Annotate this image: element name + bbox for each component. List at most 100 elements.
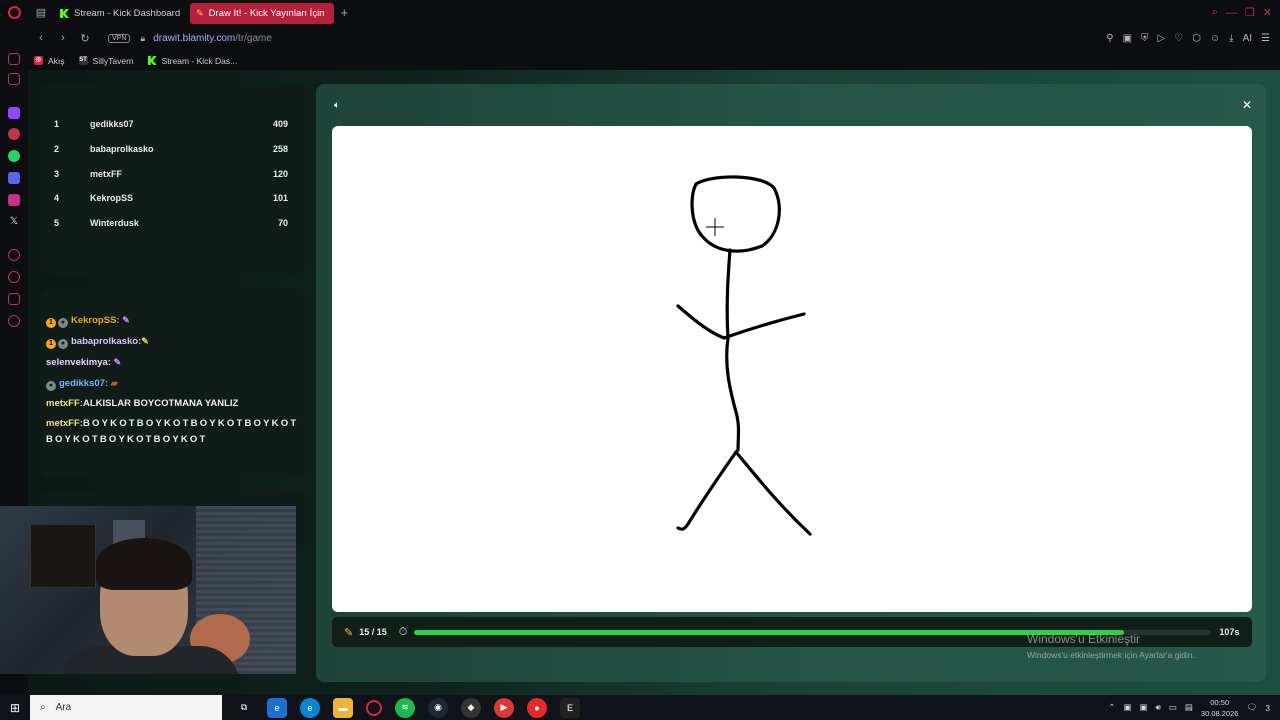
profile-icon[interactable]: ☺ bbox=[1210, 33, 1220, 44]
vpn-badge[interactable]: VPN bbox=[108, 33, 131, 43]
leaderboard-row: 3 metxFF 120 bbox=[40, 161, 292, 186]
app-icon[interactable]: ◆ bbox=[461, 697, 481, 718]
chat-text: ALKISLAR BOYCOTMANA YANLIZ bbox=[82, 398, 239, 409]
close-window-icon[interactable]: ✕ bbox=[1263, 6, 1272, 19]
steam-icon[interactable]: ◉ bbox=[428, 697, 448, 718]
bookmarks-bar: ◎ Akış ST SillyTavern Stream - Kick Das... bbox=[28, 51, 1280, 70]
player-name: gedikks07 bbox=[90, 119, 134, 130]
close-icon[interactable]: ✕ bbox=[1242, 98, 1252, 112]
reload-icon[interactable]: ↻ bbox=[76, 32, 94, 45]
restore-icon[interactable]: ❐ bbox=[1245, 6, 1255, 19]
spotify-icon[interactable]: ≋ bbox=[395, 697, 415, 718]
drawing-head-stroke bbox=[690, 175, 781, 253]
bookmark-sillytavern[interactable]: ST SillyTavern bbox=[78, 55, 134, 66]
search-tabs-icon[interactable]: ⌕ bbox=[1212, 6, 1218, 19]
chat-username[interactable]: metxFF bbox=[46, 418, 80, 429]
tab-draw-it[interactable]: ✎ Draw It! - Kick Yayınları İçin bbox=[190, 3, 335, 24]
twitch-icon[interactable] bbox=[8, 107, 20, 119]
chat-username[interactable]: KekropSS bbox=[71, 315, 116, 326]
whatsapp-icon[interactable] bbox=[8, 150, 20, 162]
player-score: 120 bbox=[272, 168, 288, 179]
bookmark-label: SillyTavern bbox=[92, 55, 134, 66]
snapshot-icon[interactable]: ▣ bbox=[1123, 33, 1132, 44]
tab-label: Stream - Kick Dashboard bbox=[74, 8, 181, 19]
shield-icon[interactable]: ⛨ bbox=[1141, 33, 1149, 44]
activation-subtitle: Windows'u etkinleştirmek için Ayarlar'a … bbox=[1027, 650, 1195, 660]
chat-username[interactable]: selenvekimya bbox=[46, 357, 108, 368]
drawing-canvas[interactable] bbox=[332, 126, 1252, 612]
chat-message: ● gedikks07: ▰ bbox=[46, 373, 301, 394]
workspaces-icon[interactable] bbox=[8, 73, 20, 85]
taskbar-search[interactable]: ⌕ Ara bbox=[30, 695, 222, 720]
back-icon[interactable]: ‹ bbox=[32, 32, 50, 44]
chat-message: 1 ● babaprolkasko:✎ bbox=[46, 331, 301, 352]
edge-icon[interactable]: e bbox=[267, 697, 287, 718]
activation-title: Windows'u Etkinleştir bbox=[1027, 632, 1140, 646]
speaker-icon[interactable]: 🔈︎ bbox=[334, 100, 340, 111]
lock-icon[interactable]: 🔒︎ bbox=[140, 33, 145, 44]
pencil-icon: ✎ bbox=[344, 626, 354, 639]
streamer-hair bbox=[96, 538, 192, 590]
windows-activation-watermark: Windows'u Etkinleştir Windows'u etkinleş… bbox=[1027, 632, 1195, 660]
pin-icon[interactable]: ⚲ bbox=[1106, 33, 1113, 44]
minimize-icon[interactable]: — bbox=[1226, 7, 1237, 19]
bookmark-kick[interactable]: Stream - Kick Das... bbox=[147, 55, 238, 66]
volume-icon[interactable]: 🔊︎ bbox=[1156, 702, 1161, 713]
tab-menu-icon[interactable]: ▤ bbox=[28, 0, 54, 25]
tray-app-icon[interactable]: ▣ bbox=[1123, 702, 1131, 713]
browser-icon[interactable]: e bbox=[300, 697, 320, 718]
epic-games-icon[interactable]: E bbox=[560, 697, 580, 718]
url-path: /tr/game bbox=[235, 32, 272, 44]
shoe-emote-icon: ▰ bbox=[110, 378, 118, 388]
player-name: metxFF bbox=[90, 168, 123, 179]
file-explorer-icon[interactable]: ▬ bbox=[333, 697, 353, 718]
bookmark-akis[interactable]: ◎ Akış bbox=[34, 56, 65, 66]
forward-icon[interactable]: › bbox=[54, 32, 72, 44]
workspaces-icon[interactable] bbox=[8, 53, 20, 65]
instagram-icon[interactable] bbox=[8, 194, 20, 206]
taskbar-clock[interactable]: 00:50 30.08.2026 bbox=[1201, 697, 1239, 719]
player-score: 70 bbox=[277, 218, 288, 229]
url-field[interactable]: drawit.blamity.com/tr/game bbox=[153, 33, 272, 44]
tab-kick-dashboard[interactable]: Stream - Kick Dashboard bbox=[54, 3, 190, 24]
new-tab-icon[interactable]: + bbox=[340, 5, 348, 20]
webcam-overlay bbox=[0, 506, 296, 674]
chat-username[interactable]: babaprolkasko bbox=[71, 336, 138, 347]
extensions-icon[interactable]: ⬡ bbox=[1192, 33, 1201, 44]
bookmark-label: Stream - Kick Das... bbox=[161, 55, 238, 66]
player-icon[interactable] bbox=[8, 249, 20, 261]
network-icon[interactable]: ▭ bbox=[1169, 702, 1177, 713]
chat-username[interactable]: metxFF bbox=[46, 398, 80, 409]
notification-icon[interactable]: 🗨︎ bbox=[1246, 702, 1257, 713]
recorder-icon[interactable]: ● bbox=[527, 697, 547, 718]
aria-icon[interactable] bbox=[8, 128, 20, 140]
chat-username[interactable]: gedikks07 bbox=[59, 378, 105, 389]
play-icon[interactable]: ▷ bbox=[1158, 33, 1166, 44]
player-name: Winterdusk bbox=[90, 218, 139, 229]
language-icon[interactable]: ▤ bbox=[1185, 702, 1193, 713]
windows-taskbar: ⊞ ⌕ Ara ⧉ e e ▬ ≋ ◉ ◆ ▶ ● E ⌃ ▣ ▣ 🔊︎ ▭ ▤… bbox=[0, 695, 1280, 720]
system-tray: ⌃ ▣ ▣ 🔊︎ ▭ ▤ 00:50 30.08.2026 🗨︎ 3 bbox=[1108, 695, 1280, 720]
kick-icon bbox=[147, 56, 157, 65]
tray-app-icon[interactable]: ▣ bbox=[1139, 702, 1147, 713]
ai-button[interactable]: AI bbox=[1243, 33, 1252, 44]
heart-icon[interactable]: ♡ bbox=[1174, 33, 1183, 44]
chat-message: metxFF:BOYKOTBOYKOTBOYKOTBOYKOT BOYKOTBO… bbox=[46, 418, 299, 445]
bookmarks-icon[interactable] bbox=[8, 293, 20, 305]
opera-icon[interactable] bbox=[366, 699, 382, 716]
tray-overflow-icon[interactable]: ⌃ bbox=[1108, 702, 1115, 713]
search-icon: ⌕ bbox=[40, 702, 46, 713]
settings-icon[interactable] bbox=[8, 315, 20, 327]
bookmark-label: Akış bbox=[48, 55, 65, 66]
windows-start-icon[interactable]: ⊞ bbox=[0, 701, 30, 715]
history-icon[interactable] bbox=[8, 271, 20, 283]
opera-logo-icon[interactable] bbox=[0, 0, 28, 25]
task-view-icon[interactable]: ⧉ bbox=[234, 698, 254, 718]
discord-icon[interactable] bbox=[8, 172, 20, 184]
x-icon[interactable]: 𝕏 bbox=[8, 216, 20, 228]
download-icon[interactable]: ⤓ bbox=[1229, 33, 1233, 44]
tab-label: Draw It! - Kick Yayınları İçin bbox=[208, 8, 325, 19]
menu-icon[interactable]: ☰ bbox=[1261, 33, 1270, 44]
media-player-icon[interactable]: ▶ bbox=[494, 697, 514, 718]
chat-message: metxFF:ALKISLAR BOYCOTMANA YANLIZ bbox=[46, 398, 239, 409]
